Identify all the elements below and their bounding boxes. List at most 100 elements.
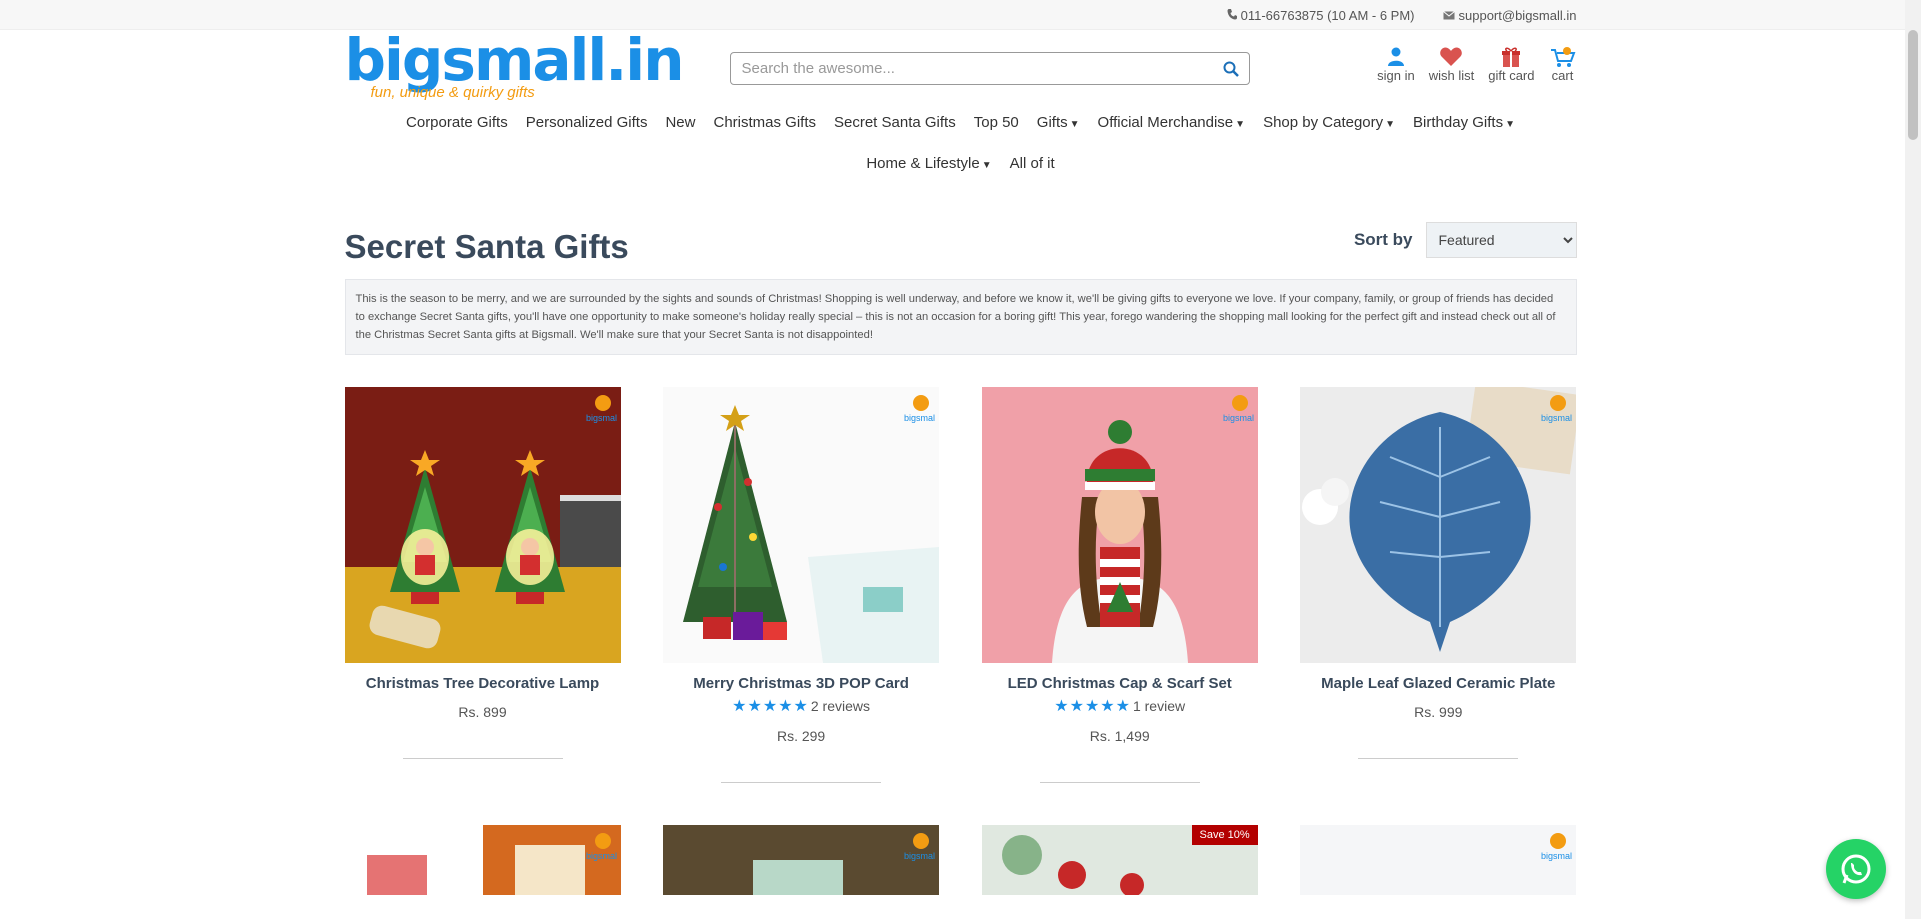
product-name[interactable]: Maple Leaf Glazed Ceramic Plate <box>1300 675 1576 692</box>
product-image[interactable]: bigsmall <box>1300 387 1577 663</box>
divider <box>721 782 882 783</box>
email-contact[interactable]: support@bigsmall.in <box>1442 8 1577 23</box>
search-button[interactable] <box>1213 53 1249 84</box>
cart-icon <box>1550 47 1575 67</box>
nav-christmas-gifts[interactable]: Christmas Gifts <box>713 114 816 131</box>
product-image[interactable]: bigsmall <box>981 387 1258 663</box>
star-rating-icon: ★★★★★ <box>732 698 809 715</box>
cart-label: cart <box>1551 68 1574 83</box>
site-header: bigsmall.in fun, unique & quirky gifts s… <box>345 30 1577 102</box>
whatsapp-chat-button[interactable] <box>1826 839 1886 899</box>
sign-in-link[interactable]: sign in <box>1377 46 1415 83</box>
svg-text:bigsmall: bigsmall <box>1541 413 1572 423</box>
page-scrollbar[interactable] <box>1905 0 1921 919</box>
brand-badge-icon: bigsmall <box>586 395 617 423</box>
envelope-icon <box>1442 8 1455 23</box>
logo-wordmark: bigsmall.in <box>344 26 685 94</box>
nav-gifts-dropdown[interactable]: Gifts ▼ <box>1037 114 1080 131</box>
product-rating[interactable]: ★★★★★ 1 review <box>982 696 1258 716</box>
nav-top-50[interactable]: Top 50 <box>974 114 1019 131</box>
svg-text:bigsmall: bigsmall <box>586 851 617 861</box>
svg-text:bigsmall: bigsmall <box>586 413 617 423</box>
nav-all-of-it[interactable]: All of it <box>1010 155 1055 172</box>
product-price: Rs. 899 <box>458 704 507 720</box>
gift-card-link[interactable]: gift card <box>1488 46 1535 83</box>
gift-icon <box>1502 47 1521 67</box>
sort-label: Sort by <box>1353 230 1413 249</box>
nav-home-lifestyle-dropdown[interactable]: Home & Lifestyle ▼ <box>866 155 991 172</box>
scrollbar-thumb[interactable] <box>1908 30 1918 140</box>
product-card: bigsmall LED Christmas Cap & Scarf Set ★… <box>981 387 1258 783</box>
main-nav: Corporate Gifts Personalized Gifts New C… <box>345 102 1577 184</box>
sign-in-label: sign in <box>1377 68 1415 83</box>
whatsapp-icon <box>1841 854 1871 884</box>
caret-down-icon: ▼ <box>981 160 992 171</box>
nav-gifts-label: Gifts <box>1036 114 1068 131</box>
brand-badge-icon: bigsmall <box>586 833 617 861</box>
brand-badge-icon: bigsmall <box>904 833 935 861</box>
product-image[interactable]: Save 10% <box>981 825 1258 895</box>
site-logo[interactable]: bigsmall.in fun, unique & quirky gifts <box>344 26 685 101</box>
nav-new[interactable]: New <box>665 114 695 131</box>
nav-birthday-gifts-dropdown[interactable]: Birthday Gifts ▼ <box>1413 114 1515 131</box>
nav-shop-by-category-dropdown[interactable]: Shop by Category ▼ <box>1263 114 1395 131</box>
product-rating[interactable]: ★★★★★ 2 reviews <box>663 696 939 716</box>
product-name[interactable]: Merry Christmas 3D POP Card <box>663 675 939 692</box>
product-price: Rs. 999 <box>1414 704 1463 720</box>
svg-text:bigsmall: bigsmall <box>904 851 935 861</box>
product-card: bigsmall Christmas Tree Decorative Lamp … <box>344 387 621 783</box>
search-bar <box>729 52 1250 85</box>
product-image[interactable]: bigsmall <box>663 387 940 663</box>
product-card: bigsmall Maple Leaf Glazed Ceramic Plate… <box>1300 387 1577 783</box>
brand-badge-icon: bigsmall <box>904 395 935 423</box>
review-count: 2 reviews <box>810 698 871 714</box>
collection-header: Secret Santa Gifts Sort by Featured <box>345 184 1577 279</box>
nav-official-merchandise-dropdown[interactable]: Official Merchandise ▼ <box>1098 114 1246 131</box>
main-content: Secret Santa Gifts Sort by Featured This… <box>344 184 1577 895</box>
cart-link[interactable]: cart <box>1549 46 1577 83</box>
nav-corporate-gifts[interactable]: Corporate Gifts <box>406 114 508 131</box>
save-badge: Save 10% <box>1191 825 1258 845</box>
user-icon <box>1387 47 1404 66</box>
brand-badge-icon: bigsmall <box>1541 395 1572 423</box>
product-name[interactable]: Christmas Tree Decorative Lamp <box>345 675 621 692</box>
product-image[interactable]: bigsmall <box>344 825 621 895</box>
product-image[interactable]: bigsmall <box>663 825 940 895</box>
product-image[interactable]: bigsmall <box>344 387 621 663</box>
nav-shop-by-category-label: Shop by Category <box>1263 114 1384 131</box>
wish-list-link[interactable]: wish list <box>1428 46 1475 83</box>
search-input[interactable] <box>730 60 1213 77</box>
top-info-bar: 011-66763875 (10 AM - 6 PM) support@bigs… <box>0 0 1921 30</box>
nav-row-1: Corporate Gifts Personalized Gifts New C… <box>345 102 1577 143</box>
svg-text:bigsmall: bigsmall <box>1541 851 1572 861</box>
heart-icon <box>1440 47 1463 66</box>
nav-official-merchandise-label: Official Merchandise <box>1097 114 1234 131</box>
product-name[interactable]: LED Christmas Cap & Scarf Set <box>982 675 1258 692</box>
collection-description: This is the season to be merry, and we a… <box>344 279 1577 355</box>
nav-secret-santa-gifts[interactable]: Secret Santa Gifts <box>834 114 956 131</box>
header-actions: sign in wish list gift card cart <box>1377 46 1576 83</box>
caret-down-icon: ▼ <box>1505 119 1515 130</box>
product-grid: bigsmall Christmas Tree Decorative Lamp … <box>344 387 1577 783</box>
star-rating-icon: ★★★★★ <box>1054 698 1131 715</box>
phone-contact[interactable]: 011-66763875 (10 AM - 6 PM) <box>1227 8 1415 23</box>
caret-down-icon: ▼ <box>1385 119 1396 130</box>
product-grid-row-2: bigsmall bigsmall Save 10% bigsmall <box>344 825 1577 895</box>
caret-down-icon: ▼ <box>1069 119 1080 130</box>
svg-text:bigsmall: bigsmall <box>904 413 935 423</box>
product-image[interactable]: bigsmall <box>1300 825 1577 895</box>
phone-text: 011-66763875 (10 AM - 6 PM) <box>1240 7 1415 23</box>
sort-select[interactable]: Featured <box>1425 222 1577 258</box>
phone-icon <box>1227 8 1237 23</box>
brand-badge-icon: bigsmall <box>1223 395 1254 423</box>
product-card: bigsmall Merry Christmas 3D POP Card ★★★… <box>663 387 940 783</box>
product-price: Rs. 299 <box>776 728 826 744</box>
nav-personalized-gifts[interactable]: Personalized Gifts <box>526 114 648 131</box>
gift-card-label: gift card <box>1488 68 1535 83</box>
sort-control: Sort by Featured <box>1354 222 1577 258</box>
nav-birthday-gifts-label: Birthday Gifts <box>1413 114 1504 131</box>
page-title: Secret Santa Gifts <box>344 228 629 265</box>
divider <box>1039 782 1200 783</box>
brand-badge-icon: bigsmall <box>1541 833 1572 861</box>
wish-list-label: wish list <box>1428 68 1475 83</box>
